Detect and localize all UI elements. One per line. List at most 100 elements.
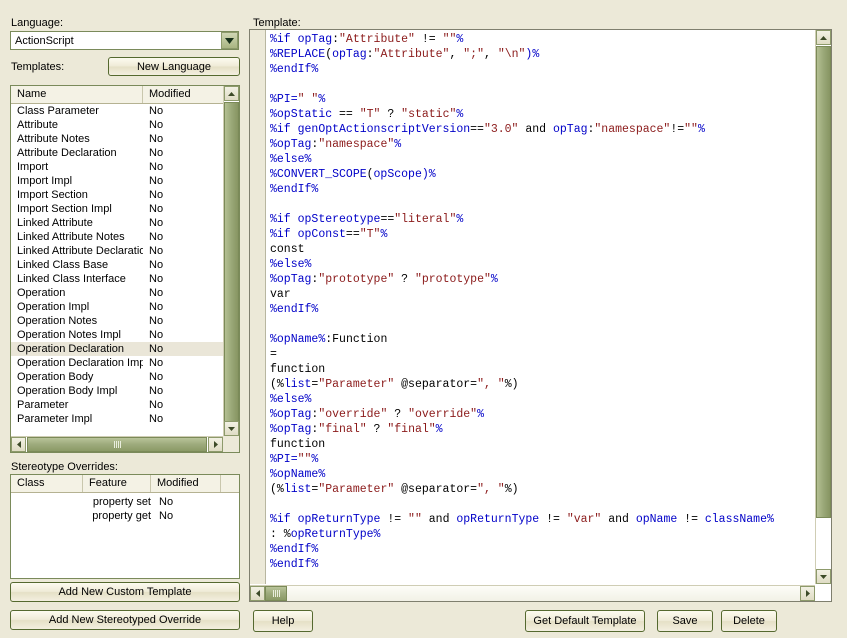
table-row[interactable]: Operation Notes No (11, 314, 225, 328)
editor-scroll-right-icon[interactable] (800, 586, 815, 601)
editor-scroll-down-icon[interactable] (816, 569, 831, 584)
table-row[interactable]: Import Section No (11, 188, 225, 202)
code-token: (% (270, 483, 284, 496)
editor-horizontal-scrollbar[interactable] (250, 585, 815, 601)
save-button[interactable]: Save (657, 610, 713, 632)
table-row[interactable]: Operation Notes Impl No (11, 328, 225, 342)
cell-name: Attribute Notes (17, 133, 90, 145)
code-token: % (380, 228, 388, 241)
table-row[interactable]: Operation Body No (11, 370, 225, 384)
cell-feature: property get (92, 510, 151, 522)
cell-modified: No (159, 496, 174, 508)
code-token: % (270, 468, 277, 481)
code-token: ? (387, 408, 409, 421)
new-language-button[interactable]: New Language (108, 57, 240, 76)
code-token: opTag (276, 138, 312, 151)
code-line: %opTag:"prototype" ? "prototype"% (270, 272, 814, 287)
chevron-down-icon[interactable] (221, 32, 238, 49)
language-dropdown[interactable]: ActionScript (10, 31, 239, 50)
add-new-stereotyped-override-button[interactable]: Add New Stereotyped Override (10, 610, 240, 630)
cell-modified: No (149, 161, 164, 173)
code-token: ";" (463, 48, 484, 61)
table-row[interactable]: Operation No (11, 286, 225, 300)
cell-name: Linked Attribute Declaration (17, 245, 143, 257)
editor-vertical-scrollbar[interactable] (815, 30, 831, 584)
cell-modified: No (149, 315, 164, 327)
add-new-custom-template-button[interactable]: Add New Custom Template (10, 582, 240, 602)
code-token: className (704, 513, 767, 526)
scroll-down-icon[interactable] (224, 421, 239, 436)
code-token: (% (270, 378, 284, 391)
template-code-text[interactable]: %if opTag:"Attribute" != ""% %REPLACE(opT… (267, 32, 814, 584)
table-row[interactable]: Operation Body Impl No (11, 384, 225, 398)
column-header-name[interactable]: Name (11, 86, 143, 103)
table-row[interactable]: Linked Attribute Declaration No (11, 244, 225, 258)
table-row[interactable]: Parameter No (11, 398, 225, 412)
templates-list[interactable]: Name Modified Class Parameter No Attribute… (10, 85, 240, 453)
table-row[interactable]: Parameter Impl No (11, 412, 225, 426)
templates-hscroll-thumb[interactable] (27, 437, 207, 452)
code-line: var (270, 287, 814, 302)
table-row[interactable]: Linked Class Interface No (11, 272, 225, 286)
code-line: function (270, 362, 814, 377)
editor-hscroll-thumb[interactable] (265, 586, 287, 601)
cell-modified: No (149, 189, 164, 201)
code-line: %if opTag:"Attribute" != ""% (270, 32, 814, 47)
template-code-editor[interactable]: %if opTag:"Attribute" != ""% %REPLACE(opT… (249, 29, 832, 602)
code-line: %endIf% (270, 542, 814, 557)
code-line: %opName% (270, 467, 814, 482)
code-token: opName (635, 513, 678, 526)
get-default-template-button[interactable]: Get Default Template (525, 610, 645, 632)
code-token: ( (366, 168, 374, 181)
table-row[interactable]: Import No (11, 160, 225, 174)
editor-scroll-left-icon[interactable] (250, 586, 265, 601)
table-row[interactable]: Attribute Notes No (11, 132, 225, 146)
template-editor-window: Language: ActionScript Templates: New La… (0, 0, 847, 638)
table-row[interactable]: Class Parameter No (11, 104, 225, 118)
scroll-right-icon[interactable] (208, 437, 223, 452)
templates-vertical-scrollbar[interactable] (223, 86, 239, 442)
templates-scroll-thumb[interactable] (224, 102, 239, 442)
editor-scroll-thumb[interactable] (816, 46, 831, 518)
table-row[interactable]: Attribute No (11, 118, 225, 132)
scroll-left-icon[interactable] (11, 437, 26, 452)
table-row[interactable]: Linked Class Base No (11, 258, 225, 272)
help-button[interactable]: Help (253, 610, 313, 632)
column-header-feature[interactable]: Feature (83, 475, 151, 492)
table-row[interactable]: Linked Attribute No (11, 216, 225, 230)
table-row[interactable]: Operation Impl No (11, 300, 225, 314)
code-token: ? (394, 273, 415, 286)
code-token: and (601, 513, 636, 526)
column-header-modified[interactable]: Modified (151, 475, 221, 492)
scroll-up-icon[interactable] (224, 86, 239, 101)
table-row[interactable]: Operation Declaration No (11, 342, 225, 356)
table-row[interactable]: Attribute Declaration No (11, 146, 225, 160)
table-row[interactable]: property set No (11, 495, 239, 509)
table-row[interactable]: Import Impl No (11, 174, 225, 188)
cell-modified: No (149, 203, 164, 215)
cell-name: Attribute Declaration (17, 147, 117, 159)
cell-name: Operation Body (17, 371, 94, 383)
code-token: % (270, 273, 277, 286)
table-row[interactable]: Linked Attribute Notes No (11, 230, 225, 244)
table-row[interactable]: property get No (11, 509, 239, 523)
table-row[interactable]: Operation Declaration Impl No (11, 356, 225, 370)
cell-modified: No (149, 301, 164, 313)
stereotype-overrides-list[interactable]: Class Feature Modified property set No pro… (10, 474, 240, 579)
code-line: : %opReturnType% (270, 527, 814, 542)
code-token: %if (270, 33, 298, 46)
cell-modified: No (149, 273, 164, 285)
scrollbar-corner (223, 436, 239, 452)
delete-button[interactable]: Delete (721, 610, 777, 632)
column-header-class[interactable]: Class (11, 475, 83, 492)
code-token: % (373, 528, 381, 541)
templates-horizontal-scrollbar[interactable] (11, 436, 223, 452)
code-token: var (270, 288, 291, 301)
column-header-modified[interactable]: Modified (143, 86, 227, 103)
editor-hscroll-track[interactable] (287, 586, 815, 601)
editor-scroll-up-icon[interactable] (816, 30, 831, 45)
table-row[interactable]: Import Section Impl No (11, 202, 225, 216)
